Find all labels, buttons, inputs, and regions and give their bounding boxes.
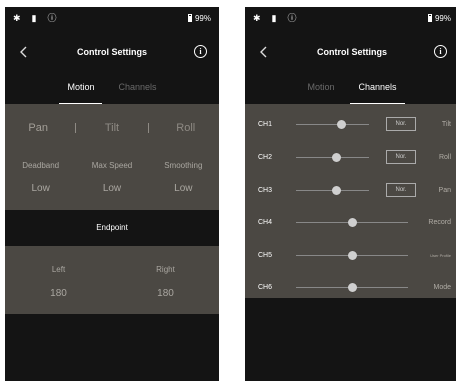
- channel-slider-knob[interactable]: [336, 120, 346, 129]
- battery-indicator: 99%: [427, 13, 451, 23]
- channel-id: CH1: [258, 120, 273, 128]
- battery-level: 99%: [434, 13, 451, 23]
- tab-channels[interactable]: Channels: [350, 80, 405, 104]
- bluetooth-icon: ✱: [13, 12, 21, 23]
- battery-indicator: 99%: [187, 13, 211, 23]
- alert-icon: ⓘ: [47, 12, 57, 23]
- param-label: Deadband: [22, 161, 60, 170]
- endpoint-heading: Endpoint: [96, 223, 128, 232]
- page-title: Control Settings: [77, 47, 147, 57]
- battery-level: 99%: [194, 13, 211, 23]
- channel-slider-knob[interactable]: [347, 251, 357, 260]
- axis-tilt[interactable]: Tilt: [82, 122, 142, 134]
- channel-reverse-toggle[interactable]: Nor.: [386, 183, 416, 197]
- battery-icon: [187, 14, 192, 22]
- param-value: Low: [102, 183, 122, 194]
- endpoint-values: Left 180 Right 180: [5, 246, 219, 314]
- param-max-speed[interactable]: Max Speed Low: [76, 151, 147, 210]
- channel-id: CH5: [258, 251, 273, 259]
- channel-row-ch2: CH2 Nor. Roll: [245, 141, 456, 173]
- channel-row-ch1: CH1 Nor. Tilt: [245, 108, 456, 140]
- channel-slider-knob[interactable]: [332, 186, 342, 195]
- channel-slider-knob[interactable]: [332, 153, 342, 162]
- tab-motion[interactable]: Motion: [59, 80, 103, 104]
- endpoint-right[interactable]: Right 180: [126, 246, 206, 314]
- endpoint-label: Right: [156, 265, 175, 274]
- endpoint-left[interactable]: Left 180: [19, 246, 99, 314]
- channel-function[interactable]: Tilt: [442, 121, 451, 128]
- channel-slider-track[interactable]: [296, 124, 369, 125]
- endpoint-label: Left: [51, 265, 66, 274]
- axis-selector: Pan Tilt Roll: [5, 104, 219, 151]
- motion-params: Deadband Low Max Speed Low Smoothing Low: [5, 151, 219, 210]
- channel-slider-knob[interactable]: [347, 283, 357, 292]
- param-label: Smoothing: [164, 161, 203, 170]
- chevron-left-icon: [260, 46, 267, 58]
- channel-id: CH2: [258, 153, 273, 161]
- channel-row-ch5: CH5 User Profile: [245, 239, 456, 271]
- header: Control Settings i: [5, 43, 219, 61]
- battery-icon: [427, 14, 432, 22]
- axis-roll[interactable]: Roll: [156, 122, 216, 134]
- chevron-left-icon: [20, 46, 27, 58]
- tab-channels[interactable]: Channels: [112, 80, 162, 104]
- alert-icon: ⓘ: [287, 12, 297, 23]
- channel-reverse-toggle[interactable]: Nor.: [386, 117, 416, 131]
- channel-function[interactable]: Record: [428, 219, 451, 226]
- back-button[interactable]: [19, 43, 35, 61]
- gimbal-icon: ▮: [271, 12, 277, 23]
- channel-function[interactable]: Pan: [439, 187, 451, 194]
- info-button[interactable]: i: [194, 45, 207, 58]
- param-smoothing[interactable]: Smoothing Low: [148, 151, 219, 210]
- channel-list: CH1 Nor. Tilt CH2 Nor. Roll CH3 Nor. Pan…: [245, 104, 456, 298]
- channel-reverse-toggle[interactable]: Nor.: [386, 150, 416, 164]
- channel-row-ch4: CH4 Record: [245, 206, 456, 238]
- endpoint-value: 180: [50, 288, 67, 299]
- axis-divider: [74, 122, 76, 133]
- motion-screen: ✱ ▮ ⓘ 99% Control Settings i Motion Chan…: [5, 7, 219, 381]
- channels-screen: ✱ ▮ ⓘ 99% Control Settings i Motion Chan…: [245, 7, 456, 381]
- channel-function[interactable]: User Profile: [430, 253, 451, 258]
- channel-id: CH6: [258, 283, 273, 291]
- channel-function[interactable]: Mode: [433, 284, 451, 291]
- status-bar: ✱ ▮ ⓘ 99%: [245, 7, 456, 29]
- axis-pan[interactable]: Pan: [8, 122, 68, 134]
- channel-row-ch3: CH3 Nor. Pan: [245, 174, 456, 206]
- back-button[interactable]: [259, 43, 275, 61]
- tab-motion[interactable]: Motion: [301, 80, 340, 104]
- bluetooth-icon: ✱: [253, 12, 261, 23]
- channel-id: CH3: [258, 186, 273, 194]
- status-bar: ✱ ▮ ⓘ 99%: [5, 7, 219, 29]
- param-deadband[interactable]: Deadband Low: [5, 151, 76, 210]
- info-button[interactable]: i: [434, 45, 447, 58]
- tab-bar: Motion Channels: [245, 80, 456, 104]
- param-value: Low: [174, 183, 193, 194]
- page-title: Control Settings: [317, 47, 387, 57]
- tab-bar: Motion Channels: [5, 80, 219, 104]
- channel-id: CH4: [258, 218, 273, 226]
- info-icon: i: [439, 47, 442, 56]
- param-value: Low: [31, 183, 50, 194]
- axis-divider: [148, 122, 150, 133]
- channel-row-ch6: CH6 Mode: [245, 271, 456, 303]
- gimbal-icon: ▮: [31, 12, 37, 23]
- param-label: Max Speed: [91, 161, 133, 170]
- header: Control Settings i: [245, 43, 456, 61]
- endpoint-value: 180: [157, 288, 174, 299]
- info-icon: i: [199, 47, 202, 56]
- channel-slider-knob[interactable]: [347, 218, 357, 227]
- channel-function[interactable]: Roll: [439, 154, 451, 161]
